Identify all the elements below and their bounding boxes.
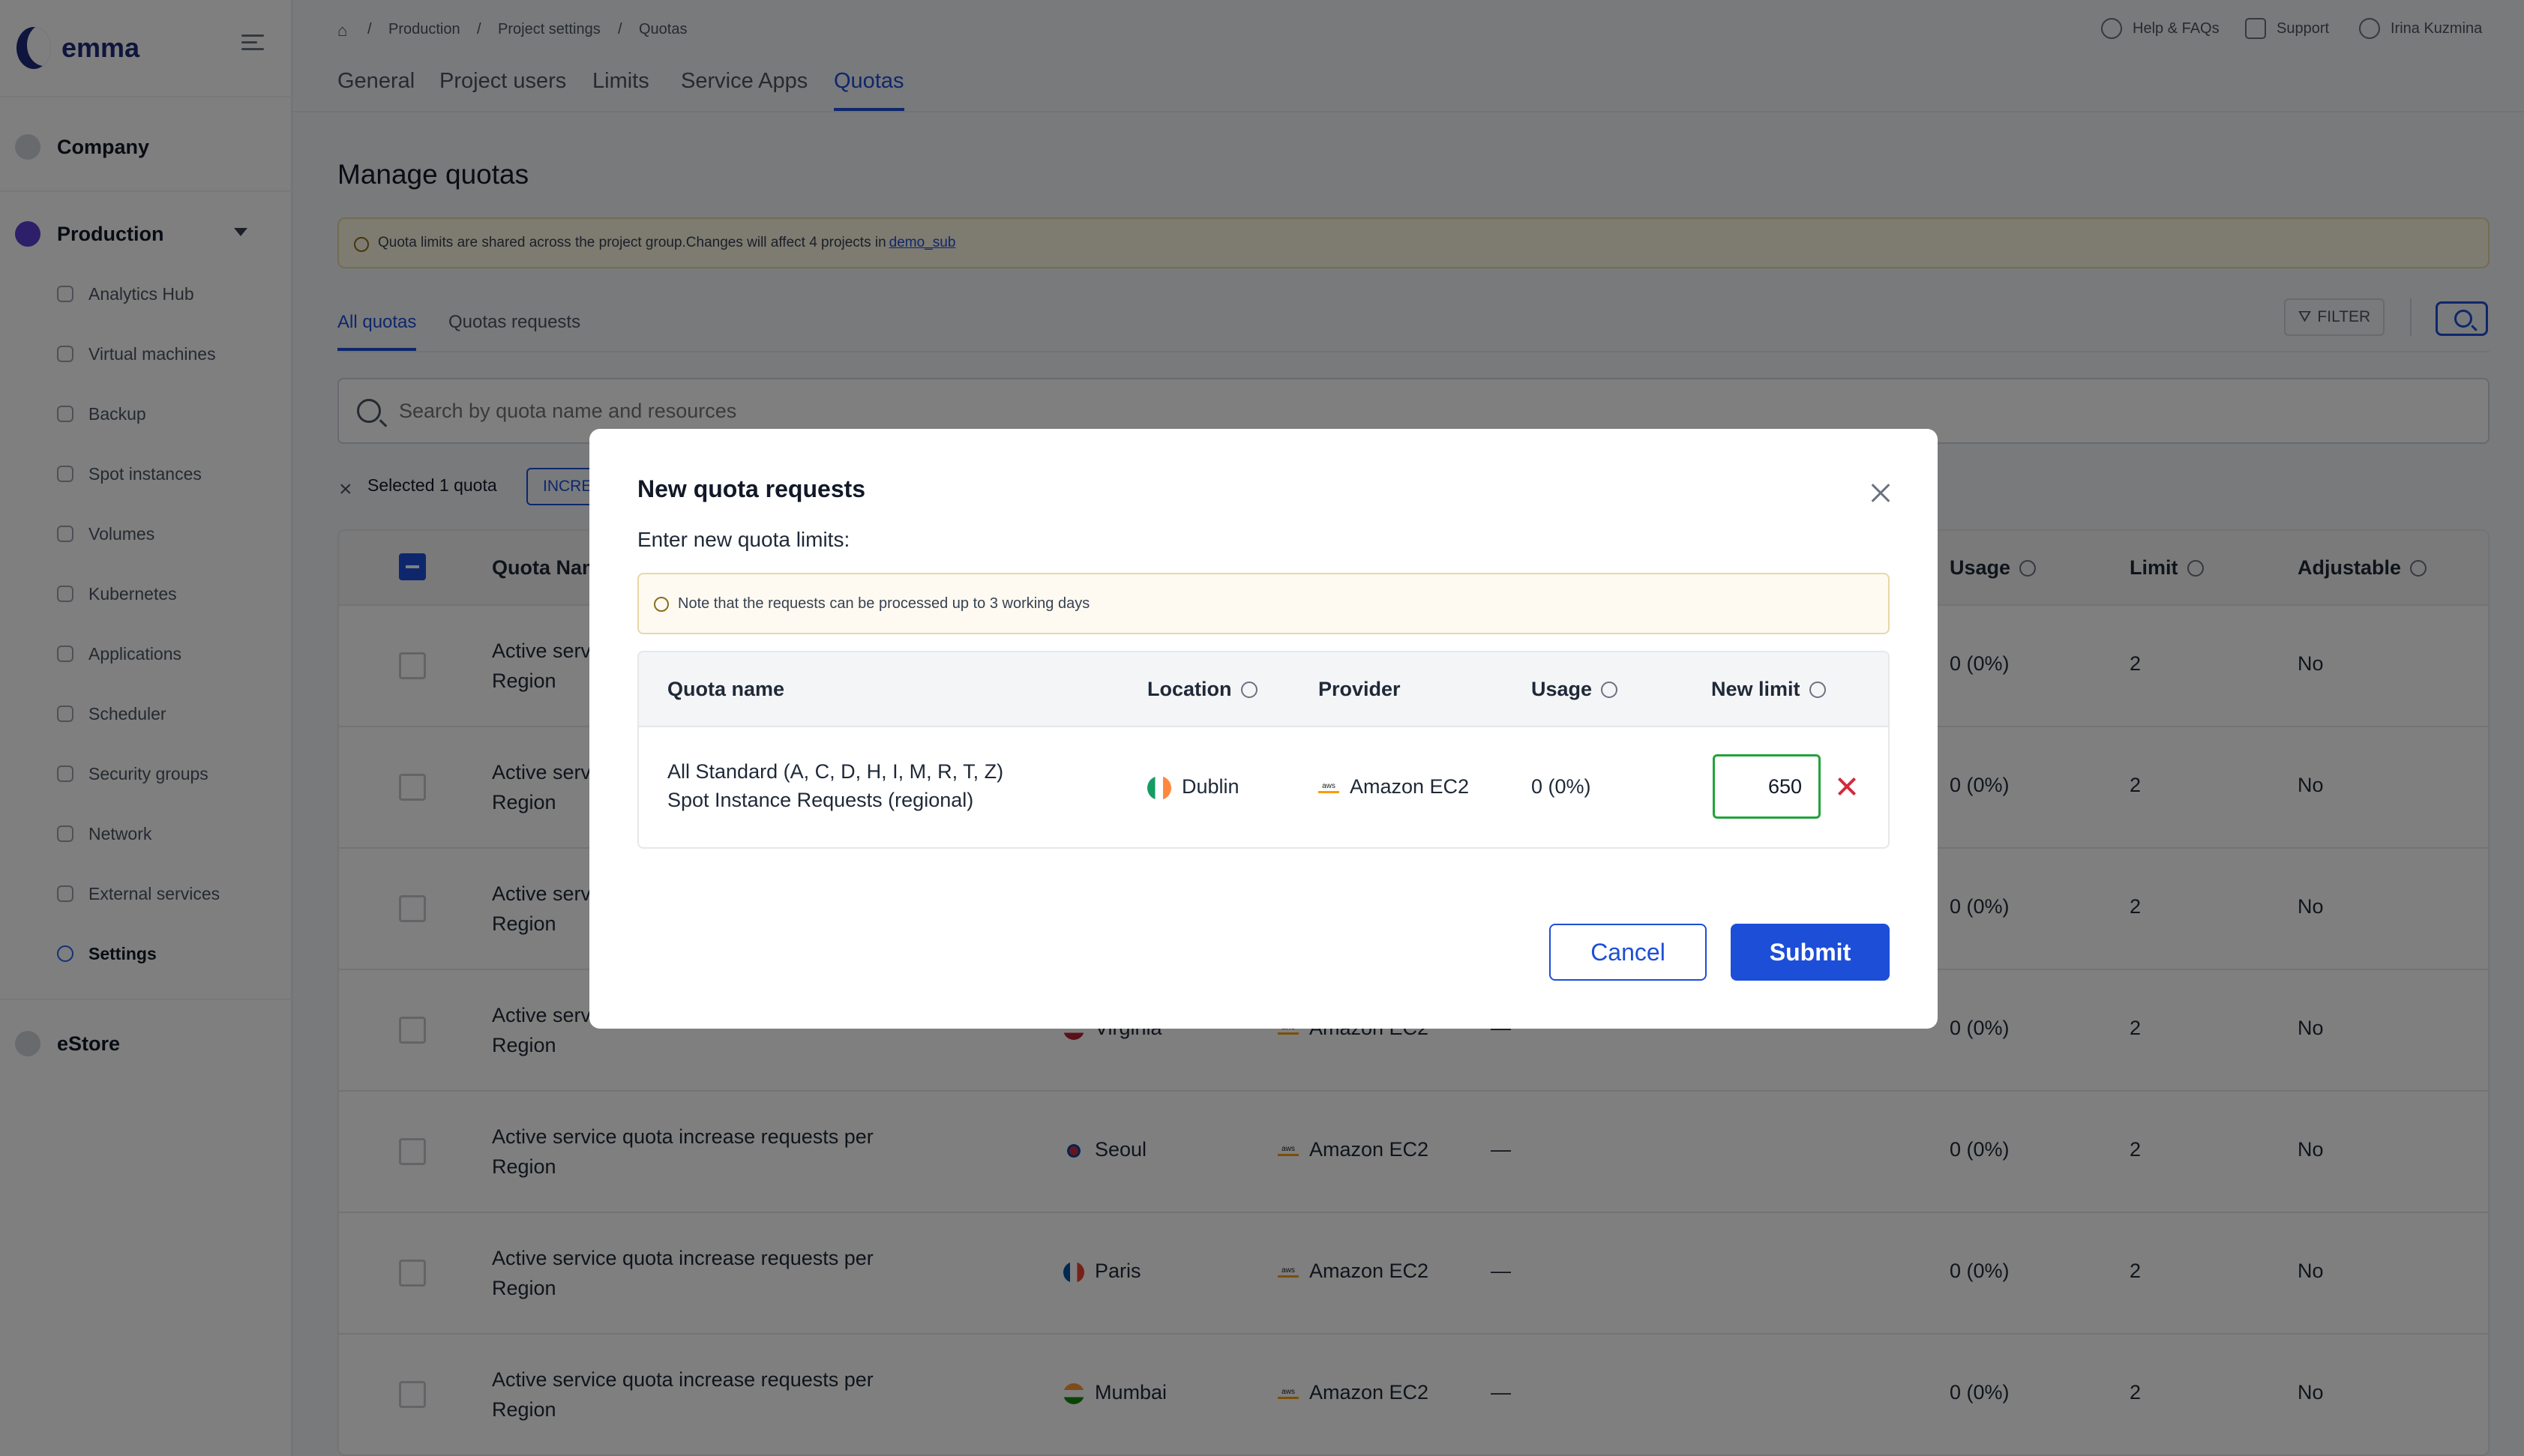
processing-note: Note that the requests can be processed … — [637, 573, 1890, 634]
column-header-quota-name: Quota name — [667, 678, 785, 700]
quota-name: All Standard (A, C, D, H, I, M, R, T, Z)… — [667, 757, 1003, 814]
submit-button[interactable]: Submit — [1731, 924, 1890, 981]
column-label: New limit — [1711, 678, 1800, 700]
new-quota-requests-dialog: New quota requests Enter new quota limit… — [589, 429, 1938, 1029]
new-limit-input[interactable] — [1713, 754, 1821, 819]
quota-name-line: Spot Instance Requests (regional) — [667, 789, 974, 811]
quota-request-table: Quota name Location Provider Usage New l… — [637, 651, 1890, 849]
column-header-usage: Usage — [1531, 678, 1618, 701]
dialog-subtitle: Enter new quota limits: — [637, 528, 850, 551]
column-header-new-limit: New limit — [1711, 678, 1826, 701]
quota-name-line: All Standard (A, C, D, H, I, M, R, T, Z) — [667, 760, 1004, 783]
column-label: Usage — [1531, 678, 1593, 700]
close-icon[interactable] — [1866, 478, 1896, 508]
ie-flag-icon — [1147, 775, 1171, 800]
dialog-title: New quota requests — [637, 475, 866, 502]
table-header: Quota name Location Provider Usage New l… — [639, 652, 1888, 727]
info-icon — [1240, 681, 1258, 698]
column-header-provider: Provider — [1318, 678, 1401, 700]
usage-value: 0 (0%) — [1531, 775, 1591, 798]
provider-value: Amazon EC2 — [1350, 775, 1470, 798]
info-icon — [654, 597, 669, 612]
aws-icon: aws — [1318, 782, 1339, 793]
location-cell: Dublin — [1147, 775, 1240, 800]
column-label: Location — [1147, 678, 1232, 700]
provider-cell: aws Amazon EC2 — [1318, 775, 1469, 798]
cancel-button[interactable]: Cancel — [1549, 924, 1707, 981]
location-value: Dublin — [1182, 775, 1240, 798]
column-header-location: Location — [1147, 678, 1258, 701]
remove-row-icon[interactable] — [1834, 774, 1860, 799]
info-icon — [1601, 681, 1618, 698]
note-text: Note that the requests can be processed … — [678, 595, 1090, 612]
info-icon — [1809, 681, 1826, 698]
